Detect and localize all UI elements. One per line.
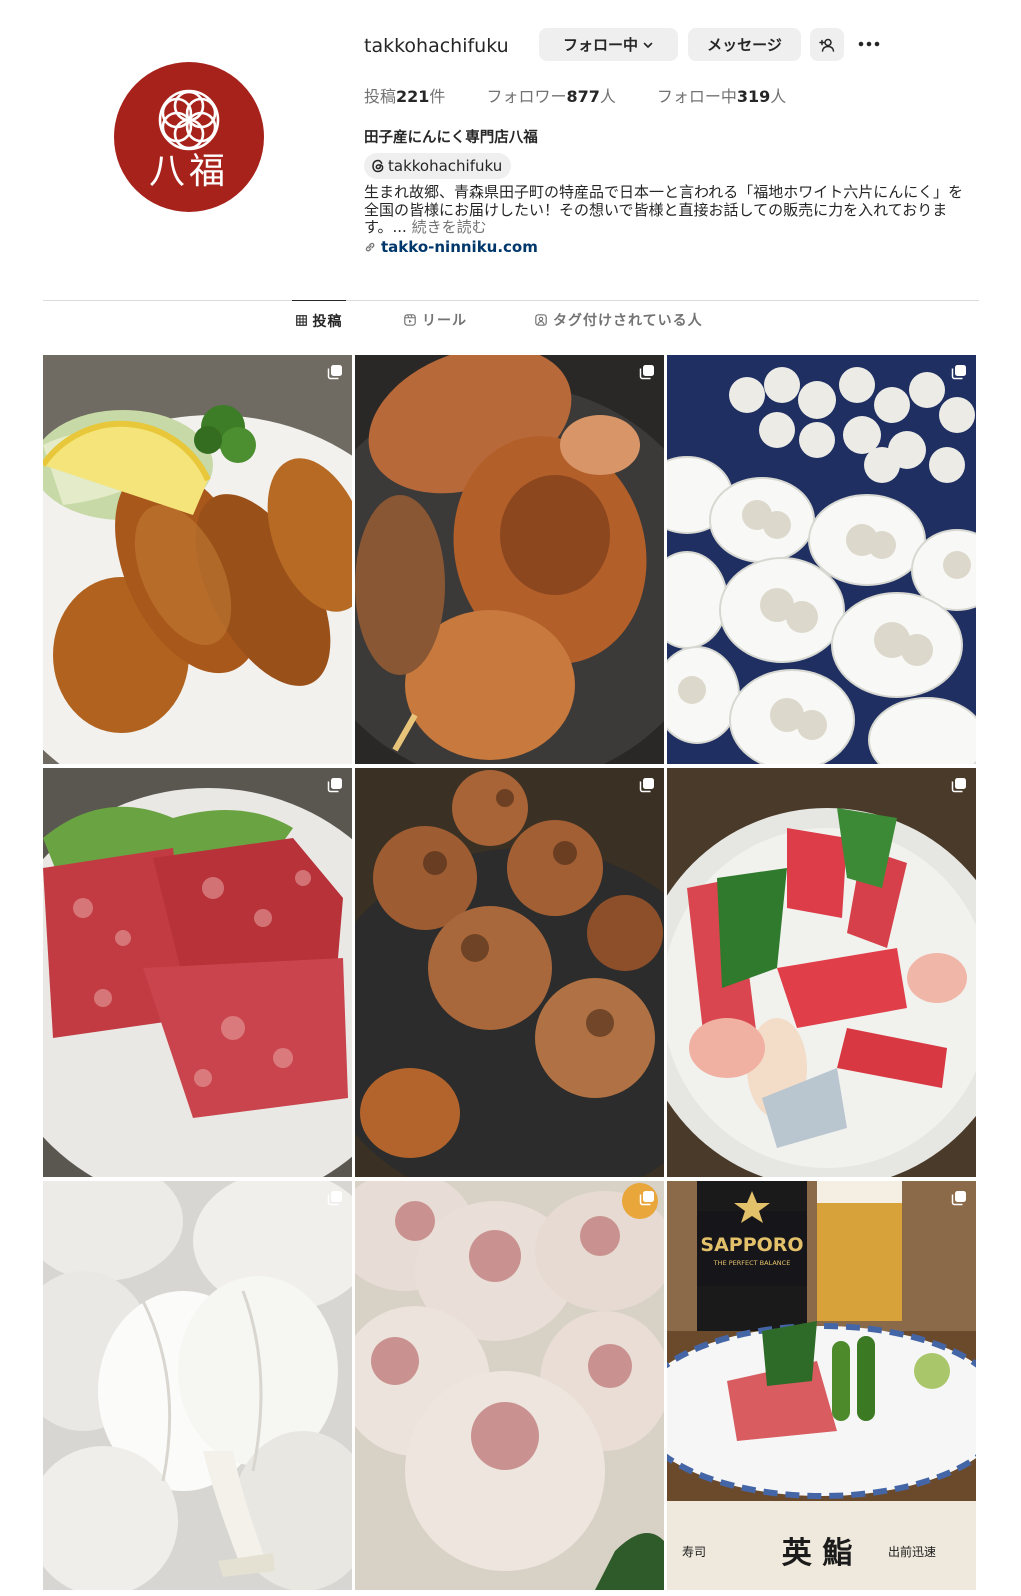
multiple-images-icon [951,365,966,380]
post-tile-shumai[interactable] [355,1181,664,1590]
post-tile-sapporo-sashimi[interactable]: SAPPORO THE PERFECT BALANCE 英 鮨 寿司 出前迅速 [667,1181,976,1590]
chopstick-name: 英 鮨 [782,1536,852,1571]
following-button[interactable]: フォロー中 [539,28,678,61]
message-button-label: メッセージ [707,36,782,54]
posts-grid: SAPPORO THE PERFECT BALANCE 英 鮨 寿司 出前迅速 [43,355,976,1590]
tab-tagged[interactable]: タグ付けされている人 [535,300,703,340]
post-tile-garlic-closeup[interactable] [43,1181,352,1590]
suggested-users-button[interactable] [810,28,844,61]
hachifuku-logo: 八福 [149,89,229,192]
sapporo-label: SAPPORO [700,1234,803,1256]
chicken-skewer-photo [355,355,664,764]
following-count[interactable]: フォロー中319人 [657,86,786,108]
sapporo-sub-label: THE PERFECT BALANCE [713,1259,791,1267]
threads-icon [372,159,384,173]
options-more-button[interactable] [855,32,883,56]
sapporo-sashimi-photo: SAPPORO THE PERFECT BALANCE 英 鮨 寿司 出前迅速 [667,1181,976,1590]
profile-avatar[interactable]: 八福 [114,62,264,212]
followers-count[interactable]: フォロワー877人 [486,86,615,108]
threads-handle: takkohachifuku [388,157,503,175]
following-count-label: フォロー中 [656,87,737,106]
tsukune-photo [355,768,664,1177]
bio-more-link[interactable]: 続きを読む [412,218,487,236]
reels-icon [404,314,416,326]
tab-posts-label: 投稿 [312,313,343,330]
posts-count: 投稿221件 [364,86,445,108]
followers-count-label: フォロワー [486,87,567,106]
add-person-icon [819,38,835,52]
garlic-closeup-photo [43,1181,352,1590]
multiple-images-icon [951,778,966,793]
tagged-person-icon [535,314,547,326]
threads-badge[interactable]: takkohachifuku [364,153,512,179]
website-link-text: takko-ninniku.com [381,238,538,256]
chopstick-right-text: 出前迅速 [888,1544,936,1559]
profile-tabs: 投稿 リール タグ付けされている人 [0,300,1021,340]
link-icon [365,242,375,252]
post-tile-tsukune[interactable] [355,768,664,1177]
wagyu-photo [43,768,352,1177]
posts-count-label: 投稿 [364,87,397,106]
multiple-images-icon [327,1191,342,1206]
multiple-images-icon [639,778,654,793]
tab-tagged-label: タグ付けされている人 [553,313,703,329]
chevron-down-icon [643,42,653,48]
multiple-images-icon [951,1191,966,1206]
more-dots-icon [858,41,880,47]
sashimi-photo [667,768,976,1177]
following-count-unit: 人 [770,87,787,106]
chopstick-left-text: 寿司 [682,1545,706,1559]
post-tile-garlic-plates[interactable] [667,355,976,764]
post-tile-fried-oysters[interactable] [43,355,352,764]
avatar-text: 八福 [149,151,229,192]
profile-username: takkohachifuku [364,35,509,57]
grid-icon [295,315,307,326]
multiple-images-icon [327,365,342,380]
tab-reels-label: リール [422,313,467,329]
profile-bio: 生まれ故郷、青森県田子町の特産品で日本一と言われる「福地ホワイト六片にんにく」を… [364,183,964,237]
followers-count-unit: 人 [599,87,616,106]
following-count-value: 319 [736,87,771,106]
followers-count-value: 877 [566,87,600,106]
multiple-images-icon [639,365,654,380]
profile-full-name: 田子産にんにく専門店八福 [364,130,538,146]
profile-website-link[interactable]: takko-ninniku.com [364,238,538,256]
following-button-label: フォロー中 [562,36,638,54]
profile-stats: 投稿221件 フォロワー877人 フォロー中319人 [364,86,827,108]
tab-reels[interactable]: リール [404,300,467,340]
message-button[interactable]: メッセージ [688,28,801,61]
post-tile-sashimi[interactable] [667,768,976,1177]
posts-count-value: 221 [396,87,430,106]
shumai-photo [355,1181,664,1590]
posts-count-unit: 件 [429,87,446,106]
fried-oysters-photo [43,355,352,764]
multiple-images-icon [327,778,342,793]
tab-posts[interactable]: 投稿 [292,300,346,340]
post-tile-wagyu[interactable] [43,768,352,1177]
multiple-images-icon [639,1191,654,1206]
post-tile-chicken-skewer[interactable] [355,355,664,764]
garlic-plates-photo [667,355,976,764]
